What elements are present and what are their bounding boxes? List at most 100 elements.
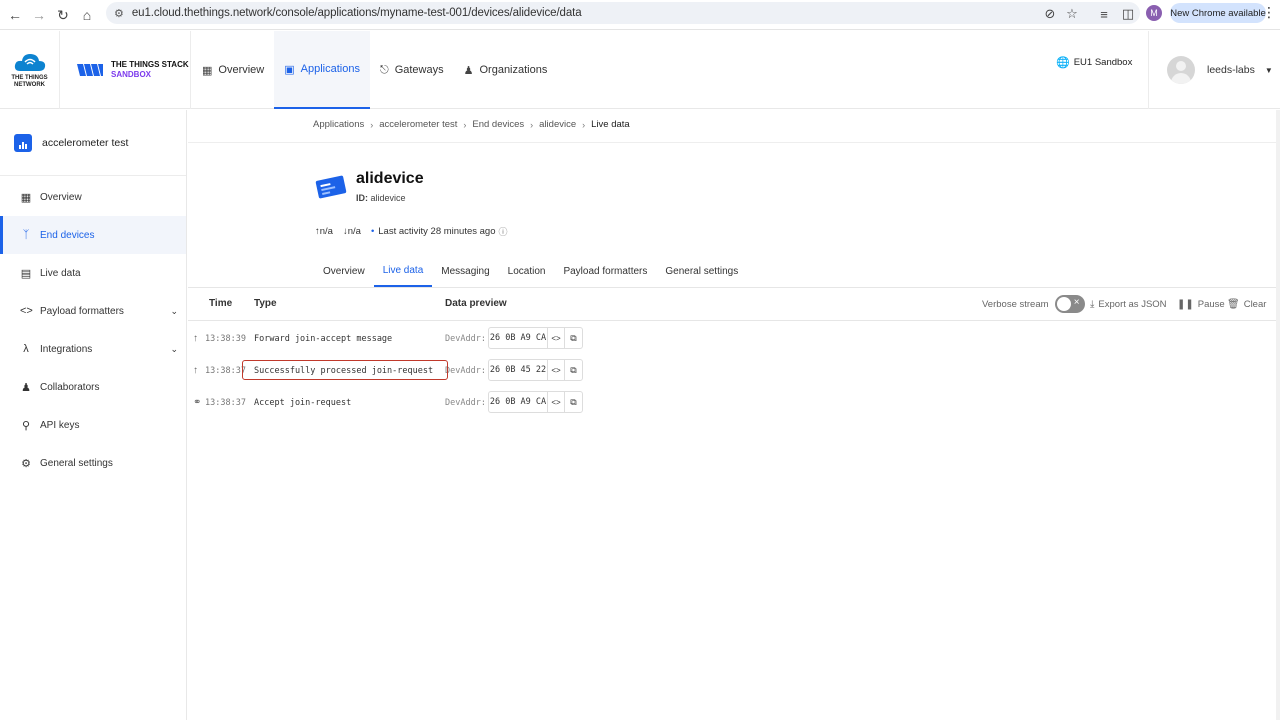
preview-value: 26 0B A9 CA	[488, 327, 548, 349]
sidebar-item-overview[interactable]: ▦ Overview	[0, 178, 186, 216]
verbose-stream-label: Verbose stream	[982, 298, 1049, 310]
uplink-count: n/a	[319, 226, 333, 237]
code-toggle-icon[interactable]: <>	[547, 391, 565, 413]
sidebar-item-live-data[interactable]: ▤ Live data	[0, 254, 186, 292]
nav-overview[interactable]: ▦ Overview	[192, 31, 274, 109]
chevron-down-icon[interactable]: ⌄	[170, 344, 178, 355]
preview-label: DevAddr:	[445, 334, 486, 344]
table-row[interactable]: ↑ 13:38:39 Forward join-accept message D…	[188, 324, 1280, 356]
column-data-preview: Data preview	[445, 298, 507, 309]
tab-messaging[interactable]: Messaging	[432, 256, 498, 287]
profile-avatar[interactable]: M	[1146, 5, 1162, 21]
reload-icon[interactable]: ↻	[52, 4, 74, 26]
downlink-count: n/a	[347, 226, 361, 237]
url-text: eu1.cloud.thethings.network/console/appl…	[131, 7, 582, 19]
chevron-down-icon[interactable]: ⌄	[170, 306, 178, 317]
sidebar-item-end-devices[interactable]: ᛉ End devices	[0, 216, 186, 254]
device-id-value: alidevice	[370, 193, 406, 203]
sidebar-item-payload-formatters[interactable]: <> Payload formatters ⌄	[0, 292, 186, 330]
device-id-label: ID:	[356, 193, 368, 203]
tab-location[interactable]: Location	[499, 256, 555, 287]
nav-label: Gateways	[394, 64, 444, 76]
forward-icon[interactable]: →	[28, 4, 50, 26]
code-toggle-icon[interactable]: <>	[547, 327, 565, 349]
uplink-arrow-icon: ↑	[193, 365, 198, 376]
breadcrumb-end-devices[interactable]: End devices	[472, 119, 524, 130]
download-icon: ⤓	[1090, 298, 1095, 310]
sidebar-app-header: accelerometer test	[0, 110, 186, 176]
sidebar-item-label: Payload formatters	[40, 305, 124, 317]
export-json-button[interactable]: ⤓ Export as JSON	[1090, 295, 1167, 313]
update-chrome-button[interactable]: New Chrome available	[1170, 3, 1266, 23]
pause-button[interactable]: ❚❚ Pause	[1177, 295, 1225, 313]
caret-down-icon: ▼	[1264, 65, 1273, 75]
copy-icon[interactable]: ⧉	[564, 391, 583, 413]
tts-logo[interactable]: THE THINGS STACK SANDBOX	[61, 31, 191, 109]
media-queue-icon[interactable]: ≡	[1094, 4, 1114, 24]
nav-organizations[interactable]: ♟ Organizations	[454, 31, 558, 109]
device-name: alidevice	[356, 170, 424, 187]
device-stats: ↑ n/a ↓ n/a • Last activity 28 minutes a…	[315, 225, 508, 238]
breadcrumb: Applications › accelerometer test › End …	[313, 119, 630, 130]
side-panel-icon[interactable]: ◫	[1118, 4, 1138, 24]
app-header: THE THINGS NETWORK THE THINGS STACK SAND…	[0, 31, 1280, 109]
tab-live-data[interactable]: Live data	[373, 256, 433, 287]
tts-mark-icon	[77, 64, 103, 76]
home-icon[interactable]: ⌂	[76, 4, 98, 26]
site-info-icon[interactable]: ⚙	[114, 7, 124, 20]
uplink-arrow-icon: ↑	[193, 333, 198, 344]
breadcrumb-application[interactable]: accelerometer test	[379, 119, 457, 130]
sidebar-item-label: Collaborators	[40, 381, 100, 393]
people-icon: ♟	[463, 64, 474, 77]
copy-icon[interactable]: ⧉	[564, 327, 583, 349]
chevron-right-icon: ›	[530, 119, 534, 130]
chevron-right-icon: ›	[463, 119, 467, 130]
device-tabs: Overview Live data Messaging Location Pa…	[314, 256, 747, 287]
ttn-logo[interactable]: THE THINGS NETWORK	[0, 31, 60, 109]
tab-general-settings[interactable]: General settings	[656, 256, 747, 287]
close-icon: ×	[1073, 297, 1080, 308]
nav-gateways[interactable]: ⎋ Gateways	[370, 31, 454, 109]
gear-icon: ⚙	[21, 457, 31, 470]
sidebar-item-api-keys[interactable]: ⚲ API keys	[0, 406, 186, 444]
divider	[188, 142, 1280, 143]
toggle-knob	[1056, 297, 1071, 311]
tab-overview[interactable]: Overview	[314, 256, 374, 287]
clear-button[interactable]: 🗑 Clear	[1227, 295, 1266, 313]
verbose-stream-toggle[interactable]: ×	[1054, 295, 1085, 313]
preview-label: DevAddr:	[445, 366, 486, 376]
table-row[interactable]: ⚭ 13:38:37 Accept join-request DevAddr: …	[188, 388, 1280, 420]
column-type: Type	[254, 298, 277, 309]
ttn-cloud-icon	[14, 54, 45, 71]
event-type: Forward join-accept message	[254, 334, 393, 344]
tts-subtitle: SANDBOX	[111, 70, 152, 79]
pause-icon: ❚❚	[1177, 298, 1194, 310]
globe-icon: 🌐	[1056, 57, 1070, 69]
gateway-icon: ⎋	[379, 63, 389, 76]
dashboard-icon: ▦	[202, 64, 213, 77]
help-icon[interactable]: ⓘ	[499, 225, 508, 238]
sidebar-item-general-settings[interactable]: ⚙ General settings	[0, 444, 186, 482]
trash-icon: 🗑	[1227, 298, 1240, 310]
tab-payload-formatters[interactable]: Payload formatters	[554, 256, 656, 287]
user-menu[interactable]: leeds-labs ▼	[1148, 31, 1280, 109]
list-icon: ▤	[20, 267, 32, 280]
sidebar-item-integrations[interactable]: λ Integrations ⌄	[0, 330, 186, 368]
dashboard-icon: ▦	[20, 191, 32, 204]
cluster-selector[interactable]: 🌐 EU1 Sandbox	[1056, 56, 1132, 69]
bookmark-star-icon[interactable]: ☆	[1062, 4, 1082, 24]
cluster-label: EU1 Sandbox	[1073, 57, 1133, 68]
code-toggle-icon[interactable]: <>	[547, 359, 565, 381]
copy-icon[interactable]: ⧉	[564, 359, 583, 381]
address-bar[interactable]: ⚙ eu1.cloud.thethings.network/console/ap…	[106, 2, 1140, 24]
breadcrumb-device[interactable]: alidevice	[539, 119, 576, 130]
browser-menu-icon[interactable]: ⋮	[1262, 4, 1276, 21]
breadcrumb-applications[interactable]: Applications	[313, 119, 364, 130]
sidebar-item-collaborators[interactable]: ♟ Collaborators	[0, 368, 186, 406]
back-icon[interactable]: ←	[4, 4, 26, 26]
scrollbar-track[interactable]	[1276, 110, 1280, 720]
location-blocked-icon[interactable]: ⊘	[1040, 4, 1060, 24]
sidebar-item-label: Integrations	[40, 343, 93, 355]
nav-applications[interactable]: ▣ Applications	[274, 31, 370, 109]
preview-value: 26 0B 45 22	[488, 359, 548, 381]
